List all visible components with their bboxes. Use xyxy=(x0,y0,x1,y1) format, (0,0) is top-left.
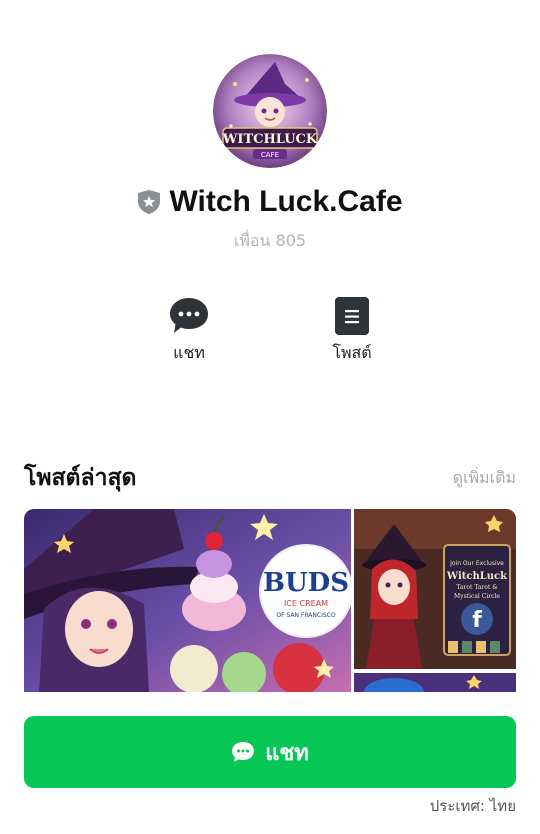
post-tarot-text-1: Join Our Exclusive xyxy=(449,560,504,567)
verified-shield-icon xyxy=(138,190,161,214)
post-tarot-text-3: Tarot Tarot & xyxy=(456,584,498,591)
chat-action-label: แชท xyxy=(173,343,205,362)
chat-button-label: แชท xyxy=(265,740,309,766)
profile-title-row: Witch Luck.Cafe xyxy=(0,182,540,222)
profile-avatar: WITCHLUCK CAFE xyxy=(213,54,327,168)
chat-bubble-icon xyxy=(170,298,208,333)
see-more-link[interactable]: ดูเพิ่มเติม xyxy=(453,466,516,491)
country-footer: ประเทศ: ไทย xyxy=(430,794,516,818)
logo-text: WITCHLUCK xyxy=(222,132,318,147)
posts-action-button[interactable]: โพสต์ xyxy=(307,295,397,366)
chat-bubble-icon xyxy=(232,742,255,762)
post-brand-sub2: OF SAN FRANCISCO xyxy=(276,612,335,619)
chat-action-button[interactable]: แชท xyxy=(144,295,234,366)
country-selector[interactable]: ไทย xyxy=(490,797,516,815)
logo-subtext: CAFE xyxy=(261,151,279,159)
chat-button[interactable]: แชท xyxy=(24,716,516,788)
post-thumbnail-featured[interactable]: BUDS ICE CREAM OF SAN FRANCISCO xyxy=(24,509,353,692)
post-brand-text: BUDS xyxy=(263,568,349,598)
document-icon xyxy=(335,297,369,335)
post-tarot-text-2: WitchLuck xyxy=(446,571,508,582)
post-tarot-text-4: Mystical Circle xyxy=(454,593,500,600)
country-label: ประเทศ: xyxy=(429,797,485,815)
friends-count: เพื่อน 805 xyxy=(233,231,307,250)
post-brand-sub: ICE CREAM xyxy=(284,599,328,608)
latest-posts-header: โพสต์ล่าสุด ดูเพิ่มเติม xyxy=(24,460,516,496)
post-thumbnail-tarot[interactable]: Join Our Exclusive WitchLuck Tarot Tarot… xyxy=(354,509,516,669)
posts-action-label: โพสต์ xyxy=(332,343,372,362)
posts-gallery: BUDS ICE CREAM OF SAN FRANCISCO Join Our… xyxy=(24,509,516,692)
svg-text:f: f xyxy=(472,608,482,633)
latest-posts-title: โพสต์ล่าสุด xyxy=(24,465,137,491)
profile-name: Witch Luck.Cafe xyxy=(169,185,403,218)
post-thumbnail-partial[interactable] xyxy=(354,673,516,692)
action-bar: แชท โพสต์ xyxy=(0,295,540,375)
